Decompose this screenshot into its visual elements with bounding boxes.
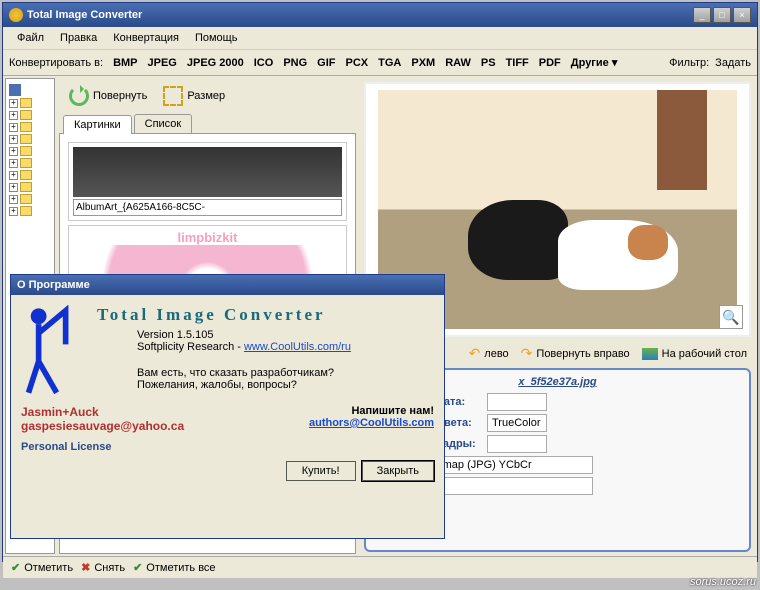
check-icon: ✔ (11, 561, 20, 574)
cross-icon: ✖ (81, 561, 90, 574)
fmt-jpeg[interactable]: JPEG (144, 55, 181, 71)
unmark-button[interactable]: ✖Снять (81, 561, 125, 574)
close-dialog-button[interactable]: Закрыть (362, 461, 434, 481)
filter-label: Фильтр: (669, 57, 709, 69)
write-us-label: Напишите нам! (309, 405, 434, 417)
about-version: Version 1.5.105 (137, 329, 351, 341)
bottom-bar: ✔Отметить ✖Снять ✔Отметить все (3, 556, 757, 578)
rotate-button[interactable]: Повернуть (65, 84, 151, 108)
rotate-right-icon: ↷ (521, 345, 533, 362)
info-frames (487, 435, 547, 453)
mark-button[interactable]: ✔Отметить (11, 561, 73, 574)
maximize-button[interactable]: □ (713, 7, 731, 23)
fmt-tiff[interactable]: TIFF (502, 55, 533, 71)
thumb-item[interactable]: AlbumArt_{A625A166-8C5C- (68, 142, 347, 221)
license-type: Personal License (21, 441, 184, 453)
minimize-button[interactable]: _ (693, 7, 711, 23)
buy-button[interactable]: Купить! (286, 461, 356, 481)
check-icon: ✔ (133, 561, 142, 574)
fmt-other[interactable]: Другие ▾ (567, 54, 622, 71)
rotate-left-button[interactable]: ↶лево (469, 345, 509, 362)
company-link[interactable]: www.CoolUtils.com/ru (244, 341, 351, 353)
about-dialog: О Программе Total Image Converter Versio… (10, 274, 445, 539)
authors-link[interactable]: authors@CoolUtils.com (309, 417, 434, 429)
zoom-icon[interactable]: 🔍 (719, 305, 743, 329)
fmt-bmp[interactable]: BMP (109, 55, 141, 71)
desktop-icon (642, 348, 658, 360)
menu-file[interactable]: Файл (9, 29, 52, 47)
about-question2: Пожелания, жалобы, вопросы? (137, 379, 351, 391)
resize-button[interactable]: Размер (159, 84, 229, 108)
fmt-pxm[interactable]: PXM (407, 55, 439, 71)
mark-all-button[interactable]: ✔Отметить все (133, 561, 215, 574)
tab-list[interactable]: Список (134, 114, 193, 133)
set-desktop-button[interactable]: На рабочий стол (642, 345, 747, 362)
fmt-pcx[interactable]: PCX (342, 55, 373, 71)
fmt-jpeg2000[interactable]: JPEG 2000 (183, 55, 248, 71)
info-colors: TrueColor (487, 414, 547, 432)
fmt-png[interactable]: PNG (279, 55, 311, 71)
info-date (487, 393, 547, 411)
main-titlebar: Total Image Converter _ □ × (3, 3, 757, 27)
license-email: gaspesiesauvage@yahoo.ca (21, 419, 184, 433)
rotate-icon (69, 86, 89, 106)
menubar: Файл Правка Конвертация Помощь (3, 27, 757, 50)
about-title: Total Image Converter (97, 305, 351, 325)
fmt-ps[interactable]: PS (477, 55, 500, 71)
rotate-right-button[interactable]: ↷Повернуть вправо (521, 345, 630, 362)
fmt-tga[interactable]: TGA (374, 55, 405, 71)
fmt-raw[interactable]: RAW (441, 55, 475, 71)
about-titlebar: О Программе (11, 275, 444, 295)
convert-toolbar: Конвертировать в: BMP JPEG JPEG 2000 ICO… (3, 50, 757, 76)
close-button[interactable]: × (733, 7, 751, 23)
about-question1: Вам есть, что сказать разработчикам? (137, 367, 351, 379)
tab-pictures[interactable]: Картинки (63, 115, 132, 134)
resize-icon (163, 86, 183, 106)
rotate-left-icon: ↶ (469, 345, 481, 362)
fmt-ico[interactable]: ICO (250, 55, 278, 71)
license-name: Jasmin+Auck (21, 405, 184, 419)
app-icon (9, 8, 23, 22)
menu-convert[interactable]: Конвертация (105, 29, 187, 47)
convert-label: Конвертировать в: (9, 57, 103, 69)
fmt-pdf[interactable]: PDF (535, 55, 565, 71)
about-logo-icon (21, 305, 81, 395)
set-filter-button[interactable]: Задать (715, 57, 751, 69)
app-title: Total Image Converter (27, 9, 142, 21)
fmt-gif[interactable]: GIF (313, 55, 339, 71)
watermark: sorus.ucoz.ru (690, 576, 756, 588)
menu-help[interactable]: Помощь (187, 29, 246, 47)
menu-edit[interactable]: Правка (52, 29, 105, 47)
